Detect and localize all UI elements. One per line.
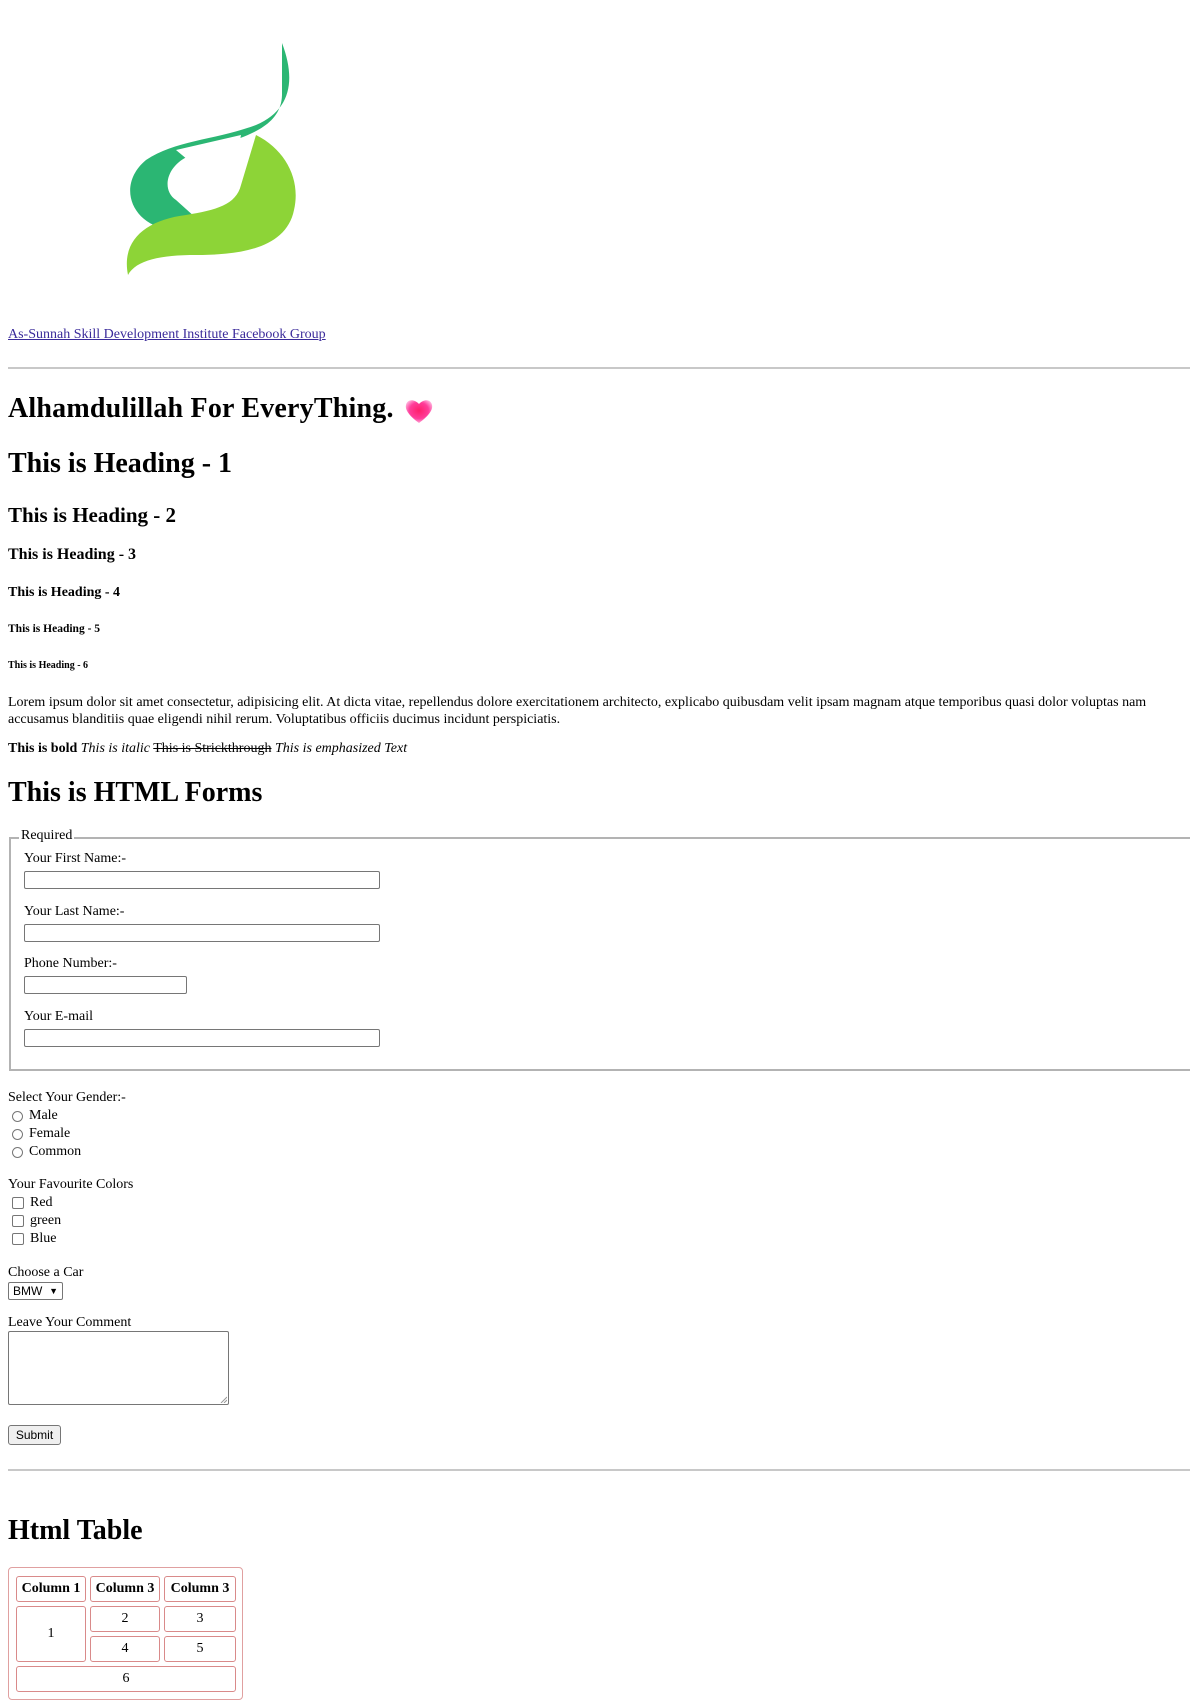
colors-label: Your Favourite Colors	[8, 1177, 134, 1192]
comment-textarea[interactable]	[8, 1331, 229, 1405]
table-header-cell: Column 1	[16, 1576, 86, 1602]
html-table: Column 1 Column 3 Column 3 1 2 3 4 5 6	[8, 1567, 243, 1700]
checkbox[interactable]	[12, 1233, 24, 1245]
gender-option-male[interactable]: Male	[12, 1108, 58, 1124]
page-title: Alhamdulillah For EveryThing.	[8, 393, 434, 425]
first-name-input[interactable]	[24, 871, 380, 889]
gender-option-common[interactable]: Common	[12, 1144, 81, 1160]
gender-label: Select Your Gender:-	[8, 1090, 126, 1105]
resize-grip-icon[interactable]	[220, 1396, 227, 1403]
chevron-down-icon: ▼	[49, 1286, 58, 1296]
car-label: Choose a Car	[8, 1265, 84, 1280]
heart-icon	[405, 399, 432, 423]
color-option-red[interactable]: Red	[12, 1195, 53, 1211]
checkbox[interactable]	[12, 1215, 24, 1227]
facebook-group-link[interactable]: As-Sunnah Skill Development Institute Fa…	[8, 327, 326, 343]
radio-button[interactable]	[12, 1146, 23, 1158]
text-formatting-line: This is bold This is italic This is Stri…	[8, 741, 407, 757]
phone-label: Phone Number:-	[24, 956, 117, 971]
radio-button[interactable]	[12, 1110, 23, 1122]
radio-button[interactable]	[12, 1128, 23, 1140]
table-header-cell: Column 3	[164, 1576, 236, 1602]
heading-2: This is Heading - 2	[8, 503, 177, 527]
table-header-cell: Column 3	[90, 1576, 160, 1602]
car-select[interactable]: BMW ▼	[8, 1282, 63, 1300]
logo-icon	[126, 43, 296, 275]
last-name-input[interactable]	[24, 924, 380, 942]
table-heading: Html Table	[8, 1515, 143, 1546]
checkbox[interactable]	[12, 1197, 24, 1209]
divider	[8, 367, 1190, 369]
color-option-blue[interactable]: Blue	[12, 1231, 56, 1247]
heading-1: This is Heading - 1	[8, 448, 233, 479]
divider	[8, 1469, 1190, 1471]
first-name-label: Your First Name:-	[24, 851, 127, 866]
phone-input[interactable]	[24, 976, 187, 994]
table-cell: 3	[164, 1606, 236, 1632]
table-cell: 1	[16, 1606, 86, 1662]
heading-3: This is Heading - 3	[8, 546, 137, 563]
italic-text: This is italic	[80, 741, 150, 756]
table-cell: 4	[90, 1636, 160, 1662]
last-name-label: Your Last Name:-	[24, 904, 125, 919]
submit-button[interactable]: Submit	[8, 1425, 61, 1445]
table-cell: 2	[90, 1606, 160, 1632]
comment-label: Leave Your Comment	[8, 1315, 132, 1330]
heading-6: This is Heading - 6	[8, 660, 89, 671]
email-label: Your E-mail	[24, 1009, 93, 1024]
email-input[interactable]	[24, 1029, 380, 1047]
emphasized-text: This is emphasized Text	[274, 741, 408, 756]
strikethrough-text: This is Strickthrough	[153, 741, 272, 756]
table-cell: 5	[164, 1636, 236, 1662]
required-fieldset: Required Your First Name:- Your Last Nam…	[9, 828, 1190, 1071]
fieldset-legend: Required	[19, 828, 75, 844]
bold-text: This is bold	[8, 741, 78, 756]
forms-heading: This is HTML Forms	[8, 777, 263, 808]
heading-4: This is Heading - 4	[8, 585, 121, 600]
gender-option-female[interactable]: Female	[12, 1126, 70, 1142]
table-cell: 6	[16, 1666, 236, 1692]
color-option-green[interactable]: green	[12, 1213, 61, 1229]
lorem-paragraph: Lorem ipsum dolor sit amet consectetur, …	[8, 695, 1147, 727]
heading-5: This is Heading - 5	[8, 623, 101, 635]
